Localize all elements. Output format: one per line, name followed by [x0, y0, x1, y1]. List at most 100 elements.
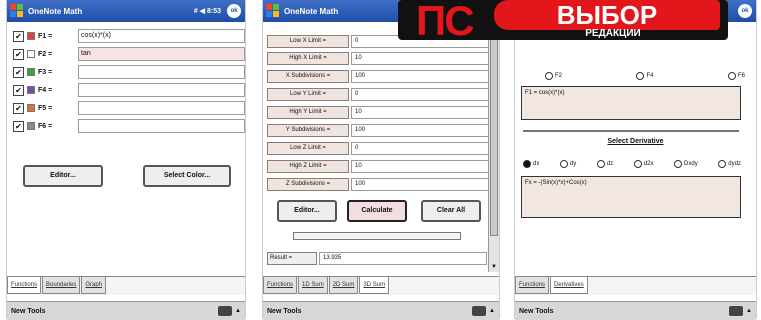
tab-1d-sum[interactable]: 1D Sum: [298, 277, 328, 294]
color-swatch[interactable]: [27, 50, 35, 58]
range-row-high-z: High Z Limit = 10: [267, 159, 489, 173]
radio-dot: [674, 160, 683, 168]
editor-button[interactable]: Editor...: [277, 200, 337, 222]
function-input[interactable]: [78, 119, 245, 133]
badge-subtitle: РЕДАКЦИИ: [585, 28, 641, 39]
range-label: High Z Limit =: [267, 159, 349, 173]
color-swatch[interactable]: [27, 68, 35, 76]
function-input[interactable]: [78, 65, 245, 79]
derivative-result-box: Fx = -(Sin(x)*x)+Cos(x): [521, 176, 741, 218]
command-bar: New Tools ▲: [515, 301, 756, 320]
select-color-button[interactable]: Select Color...: [143, 165, 231, 187]
tab-functions[interactable]: Functions: [7, 277, 42, 294]
function-input[interactable]: [78, 101, 245, 115]
derivative-radio-group: dx dy dz d2x Dxdy dydz: [523, 158, 741, 170]
range-label: Z Subdivisions =: [267, 177, 349, 191]
radio-dz[interactable]: dz: [596, 158, 614, 170]
vertical-scrollbar[interactable]: ▲ ▼: [488, 22, 499, 272]
tab-2d-sum[interactable]: 2D Sum: [328, 277, 359, 294]
color-swatch[interactable]: [27, 122, 35, 130]
editor-button[interactable]: Editor...: [23, 165, 103, 187]
range-label: Y Subdivisions =: [267, 123, 349, 137]
function-checkbox[interactable]: ✔: [13, 30, 24, 42]
range-input[interactable]: 100: [351, 69, 489, 83]
ok-button[interactable]: ok: [227, 4, 241, 18]
radio-label: F2: [555, 73, 563, 79]
new-tools-menu[interactable]: New Tools: [515, 308, 729, 315]
radio-label: dy: [569, 161, 577, 167]
radio-label: Dxdy: [684, 161, 698, 167]
function-input[interactable]: [78, 83, 245, 97]
radio-dy[interactable]: dy: [559, 158, 577, 170]
caret-up-icon[interactable]: ▲: [235, 308, 241, 314]
range-row-y-subdivisions: Y Subdivisions = 100: [267, 123, 489, 137]
function-input[interactable]: cos(x)*(x): [78, 29, 245, 43]
tab-functions[interactable]: Functions: [263, 277, 298, 294]
selected-function-box: F1 = cos(x)*(x): [521, 86, 741, 120]
radio-dot: [636, 72, 645, 80]
color-swatch[interactable]: [27, 104, 35, 112]
range-row-low-z: Low Z Limit = 0: [267, 141, 489, 155]
range-label: Low Y Limit =: [267, 87, 349, 101]
range-label: High X Limit =: [267, 51, 349, 65]
badge-title: ВЫБОР: [494, 0, 720, 30]
function-row-f6: ✔ F6 =: [13, 118, 245, 134]
caret-up-icon[interactable]: ▲: [489, 308, 495, 314]
radio-dydz[interactable]: dydz: [718, 158, 741, 170]
sum-screen: OneNote Math Low X Limit = 0 High X Limi…: [262, 0, 500, 320]
ok-button[interactable]: ok: [738, 4, 752, 18]
progress-bar: [293, 232, 461, 240]
radio-label: dz: [606, 161, 614, 167]
function-checkbox[interactable]: ✔: [13, 120, 24, 132]
tab-boundaries[interactable]: Boundaries: [42, 277, 81, 294]
function-row-f2: ✔ F2 = tan: [13, 46, 245, 62]
new-tools-menu[interactable]: New Tools: [7, 308, 218, 315]
windows-start-icon[interactable]: [10, 4, 24, 18]
radio-f4[interactable]: F4: [636, 70, 654, 82]
range-input[interactable]: 100: [351, 177, 489, 191]
radio-dot: [633, 160, 642, 168]
clear-all-button[interactable]: Clear All: [421, 200, 481, 222]
tab-functions[interactable]: Functions: [515, 277, 550, 294]
radio-dx[interactable]: dx: [523, 158, 539, 170]
function-checkbox[interactable]: ✔: [13, 102, 24, 114]
caret-up-icon[interactable]: ▲: [746, 308, 752, 314]
radio-f2[interactable]: F2: [545, 70, 562, 82]
keyboard-icon[interactable]: [472, 306, 487, 316]
range-input[interactable]: 100: [351, 123, 489, 137]
calculate-button[interactable]: Calculate: [347, 200, 407, 222]
radio-label: F6: [737, 73, 745, 79]
editors-choice-badge: ПС ВЫБОР РЕДАКЦИИ: [398, 0, 728, 44]
range-input[interactable]: 10: [351, 51, 489, 65]
new-tools-menu[interactable]: New Tools: [263, 308, 472, 315]
range-row-high-y: High Y Limit = 10: [267, 105, 489, 119]
radio-dxdy[interactable]: Dxdy: [674, 158, 698, 170]
function-checkbox[interactable]: ✔: [13, 66, 24, 78]
function-checkbox[interactable]: ✔: [13, 84, 24, 96]
scroll-down-icon[interactable]: ▼: [489, 262, 499, 272]
tab-3d-sum[interactable]: 3D Sum: [359, 277, 390, 294]
range-input[interactable]: 0: [351, 141, 489, 155]
tab-derivatives[interactable]: Derivatives: [550, 277, 588, 294]
function-label: F4 =: [38, 86, 53, 94]
divider: [523, 130, 739, 132]
radio-d2x[interactable]: d2x: [633, 158, 653, 170]
derivative-heading: Select Derivative: [607, 138, 664, 145]
keyboard-icon[interactable]: [729, 306, 744, 316]
tab-bar: Functions Boundaries Graph: [7, 276, 245, 295]
radio-f6[interactable]: F6: [727, 70, 745, 82]
color-swatch[interactable]: [27, 32, 35, 40]
range-input[interactable]: 10: [351, 159, 489, 173]
scrollbar-thumb[interactable]: [490, 36, 498, 236]
range-input[interactable]: 10: [351, 105, 489, 119]
keyboard-icon[interactable]: [218, 306, 233, 316]
range-label: X Subdivisions =: [267, 69, 349, 83]
function-input[interactable]: tan: [78, 47, 245, 61]
system-tray[interactable]: # ◀ 8:53: [194, 7, 221, 15]
color-swatch[interactable]: [27, 86, 35, 94]
tab-graph[interactable]: Graph: [81, 277, 107, 294]
range-label: Low Z Limit =: [267, 141, 349, 155]
function-checkbox[interactable]: ✔: [13, 48, 24, 60]
range-input[interactable]: 0: [351, 87, 489, 101]
windows-start-icon[interactable]: [266, 4, 280, 18]
